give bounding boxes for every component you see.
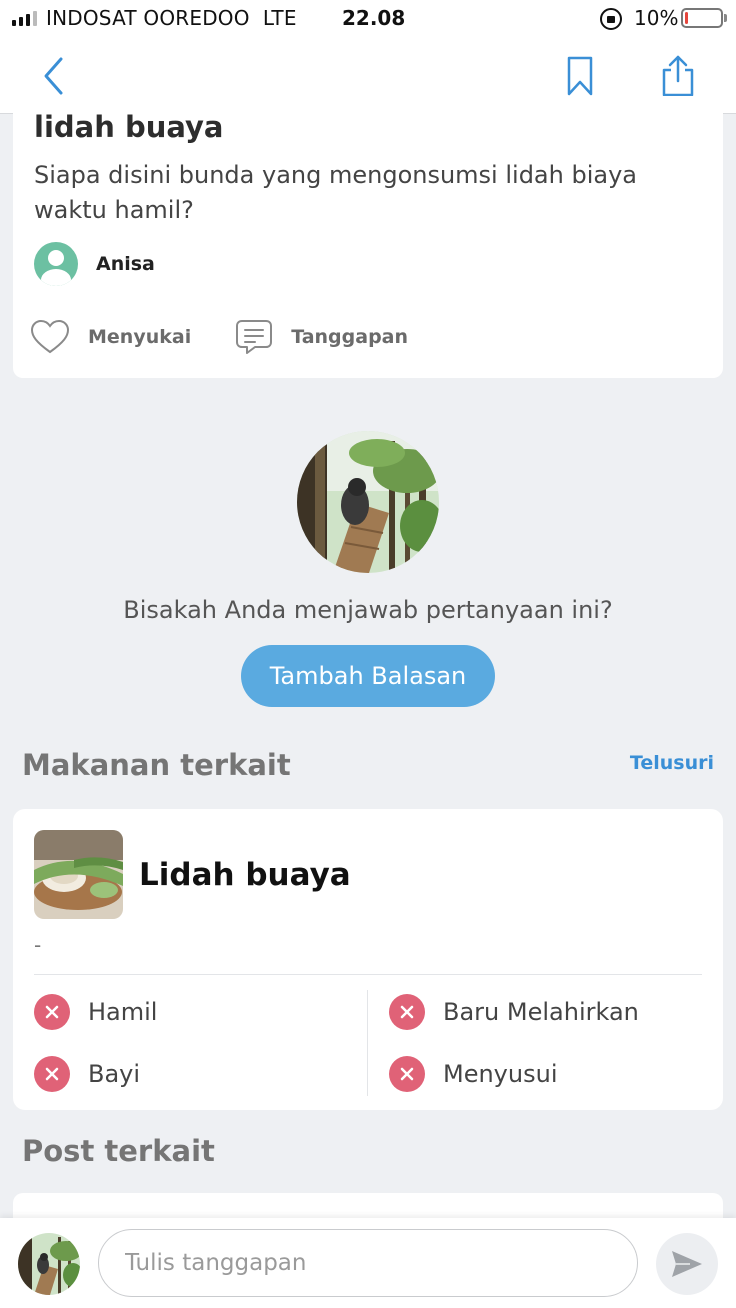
signal-strength-icon (12, 11, 37, 26)
avatar (34, 242, 78, 286)
author-name: Anisa (96, 253, 155, 275)
like-button[interactable]: Menyukai (30, 319, 191, 355)
rotation-lock-icon (600, 8, 622, 30)
send-icon (672, 1251, 702, 1277)
divider (34, 974, 702, 975)
comment-label: Tanggapan (291, 326, 409, 348)
question-actions: Menyukai Tanggapan (30, 318, 452, 356)
like-label: Menyukai (88, 326, 192, 348)
comment-bar (0, 1218, 736, 1308)
cross-icon (389, 994, 425, 1030)
cross-icon (389, 1056, 425, 1092)
status-pregnant: Hamil (34, 994, 157, 1030)
status-breastfeeding: Menyusui (389, 1056, 557, 1092)
bookmark-icon (567, 56, 593, 96)
status-baby: Bayi (34, 1056, 140, 1092)
status-label: Bayi (88, 1060, 141, 1088)
battery-tip (724, 14, 727, 22)
related-food-title: Makanan terkait (22, 748, 291, 782)
share-button[interactable] (654, 52, 702, 100)
comment-input[interactable] (98, 1229, 638, 1297)
related-posts-title: Post terkait (22, 1134, 215, 1168)
food-thumbnail (34, 830, 123, 919)
answer-prompt-text: Bisakah Anda menjawab pertanyaan ini? (123, 596, 613, 624)
question-author[interactable]: Anisa (34, 242, 155, 286)
status-label: Hamil (88, 998, 158, 1026)
bookmark-button[interactable] (556, 52, 604, 100)
food-name[interactable]: Lidah buaya (139, 857, 351, 893)
battery-icon (681, 8, 723, 28)
food-description: - (34, 933, 42, 957)
heart-icon (30, 319, 70, 354)
carrier-name: INDOSAT OOREDOO LTE (46, 6, 297, 30)
divider-vertical (367, 990, 368, 1096)
status-label: Menyusui (443, 1060, 558, 1088)
cross-icon (34, 994, 70, 1030)
chevron-left-icon (44, 57, 63, 95)
cross-icon (34, 1056, 70, 1092)
battery-percent: 10% (634, 6, 679, 30)
status-bar: INDOSAT OOREDOO LTE 22.08 10% (0, 0, 736, 38)
browse-link[interactable]: Telusuri (630, 752, 714, 774)
question-title: lidah buaya (34, 110, 224, 144)
clock: 22.08 (342, 6, 406, 30)
avatar (18, 1233, 80, 1295)
status-postpartum: Baru Melahirkan (389, 994, 639, 1030)
network-type: LTE (262, 6, 297, 30)
send-button[interactable] (656, 1233, 718, 1295)
comment-button[interactable]: Tanggapan (235, 318, 408, 356)
add-reply-button[interactable]: Tambah Balasan (241, 645, 495, 707)
share-icon (662, 55, 694, 97)
food-card[interactable]: Lidah buaya - Hamil Baru Melahirkan Bayi… (13, 809, 723, 1110)
user-profile-photo (297, 431, 439, 573)
question-body: Siapa disini bunda yang mengonsumsi lida… (34, 161, 637, 224)
question-card: lidah buaya Siapa disini bunda yang meng… (13, 96, 723, 378)
status-label: Baru Melahirkan (443, 998, 639, 1026)
back-button[interactable] (30, 52, 78, 100)
comment-icon (236, 320, 273, 354)
